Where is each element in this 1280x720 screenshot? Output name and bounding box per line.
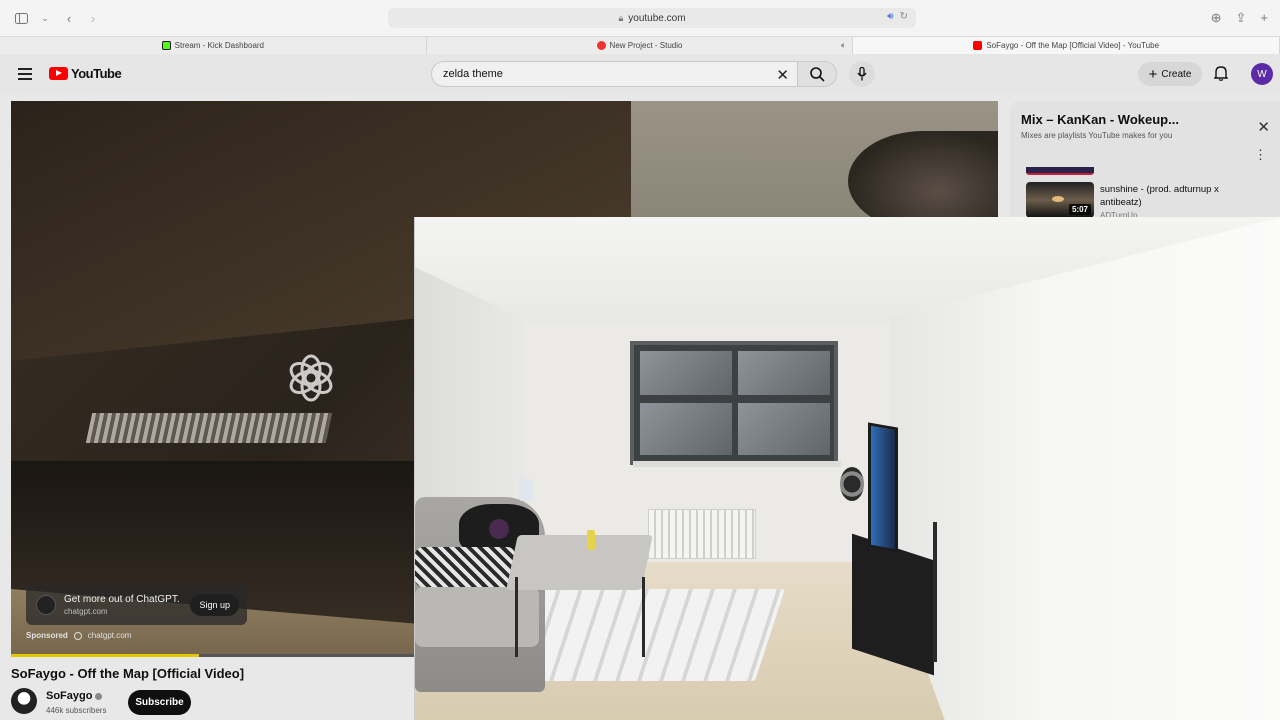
lamp	[519, 479, 533, 501]
standing-fan	[840, 467, 864, 501]
mix-subtitle: Mixes are playlists YouTube makes for yo…	[1021, 131, 1173, 140]
video-frame-person	[848, 131, 998, 231]
channel-name-text: SoFaygo	[46, 690, 93, 702]
close-icon[interactable]: ✕	[776, 66, 789, 84]
verified-badge-icon	[95, 692, 103, 700]
webcam-overlay	[414, 217, 1280, 720]
microphone-icon	[857, 67, 867, 81]
radiator	[648, 509, 756, 559]
create-button[interactable]: + Create	[1138, 62, 1202, 86]
search-icon	[809, 66, 825, 82]
new-tab-icon[interactable]: +	[1260, 10, 1268, 26]
more-options-icon[interactable]: ⋮	[1254, 148, 1267, 161]
room-window	[630, 341, 838, 465]
address-bar[interactable]: 🔒︎ youtube.com 🔊︎ ↻	[388, 8, 916, 28]
duration-badge: 5:07	[1068, 204, 1091, 215]
subscriber-count: 446k subscribers	[46, 706, 107, 715]
sponsor-domain[interactable]: chatgpt.com	[88, 631, 132, 640]
browser-toolbar: ⌄ ‹ › 🔒︎ youtube.com 🔊︎ ↻ ⊕ ⇪ +	[0, 0, 1280, 36]
url-text: youtube.com	[628, 12, 686, 24]
tab-kick-dashboard[interactable]: Stream - Kick Dashboard	[0, 37, 427, 54]
pillow	[415, 547, 515, 587]
notifications-bell-icon[interactable]	[1213, 65, 1229, 86]
video-progress-fill	[11, 654, 199, 657]
search-input[interactable]: zelda theme ✕	[431, 61, 798, 87]
ad-overlay-card[interactable]: Get more out of ChatGPT. chatgpt.com Sig…	[26, 585, 247, 625]
channel-avatar[interactable]	[11, 688, 37, 714]
search-button[interactable]	[797, 61, 837, 87]
share-icon[interactable]: ⇪	[1236, 10, 1247, 26]
mix-playlist-panel: Mix – KanKan - Wokeup... Mixes are playl…	[1010, 101, 1280, 220]
channel-name[interactable]: SoFaygo	[46, 690, 103, 702]
close-icon[interactable]: ✕	[1257, 118, 1270, 136]
bottle	[587, 530, 595, 550]
lock-icon: 🔒︎	[618, 12, 624, 23]
audio-playing-icon[interactable]: 🔊︎	[887, 11, 893, 22]
video-frame-vent	[85, 413, 333, 443]
downloads-icon[interactable]: ⊕	[1211, 10, 1222, 26]
studio-icon	[596, 41, 606, 50]
info-icon[interactable]	[73, 631, 82, 640]
tab-label: Stream - Kick Dashboard	[174, 41, 265, 50]
plus-icon: +	[1148, 65, 1158, 83]
tab-label: SoFaygo - Off the Map [Official Video] -…	[986, 41, 1160, 50]
tab-youtube[interactable]: SoFaygo - Off the Map [Official Video] -…	[853, 37, 1280, 54]
tab-bar: Stream - Kick Dashboard New Project - St…	[0, 36, 1280, 54]
ad-meta: Sponsored chatgpt.com	[26, 631, 131, 640]
tab-label: New Project - Studio	[609, 41, 683, 50]
youtube-icon	[973, 41, 983, 50]
toolbar-left-controls: ⌄ ‹ ›	[0, 11, 100, 26]
youtube-header: YouTube zelda theme ✕ + Create W	[0, 54, 1280, 94]
account-avatar[interactable]: W	[1251, 63, 1273, 85]
hamburger-menu-icon[interactable]	[18, 68, 32, 80]
sidebar-toggle-icon[interactable]	[14, 11, 28, 25]
forward-icon[interactable]: ›	[86, 11, 100, 26]
chevron-down-icon[interactable]: ⌄	[38, 11, 52, 25]
ad-signup-button[interactable]: Sign up	[190, 594, 239, 616]
chatgpt-logo-icon	[36, 595, 56, 615]
create-label: Create	[1161, 68, 1192, 80]
youtube-play-icon	[49, 67, 68, 80]
ad-domain: chatgpt.com	[64, 607, 108, 616]
reload-icon[interactable]: ↻	[900, 11, 908, 22]
tripod	[933, 522, 937, 662]
youtube-logo-text: YouTube	[71, 66, 122, 81]
television	[868, 422, 898, 553]
tab-studio[interactable]: New Project - Studio 🔈︎	[427, 37, 854, 54]
voice-search-button[interactable]	[849, 61, 875, 87]
toolbar-right-controls: ⊕ ⇪ +	[1211, 10, 1268, 26]
speaker-icon[interactable]: 🔈︎	[841, 40, 846, 51]
back-icon[interactable]: ‹	[62, 11, 76, 26]
previous-item-thumbnail[interactable]	[1026, 167, 1094, 175]
mix-title[interactable]: Mix – KanKan - Wokeup...	[1021, 112, 1179, 127]
search-query: zelda theme	[443, 68, 503, 80]
coffee-table-legs	[515, 577, 645, 657]
sponsored-label: Sponsored	[26, 631, 68, 640]
mix-item-title[interactable]: sunshine - (prod. adturnup x antibeatz)	[1100, 183, 1250, 209]
subscribe-button[interactable]: Subscribe	[128, 690, 191, 715]
video-title: SoFaygo - Off the Map [Official Video]	[11, 666, 245, 681]
window-sill	[633, 461, 841, 467]
mix-item-thumbnail[interactable]: 5:07	[1026, 182, 1094, 218]
ad-title: Get more out of ChatGPT.	[64, 594, 180, 605]
youtube-logo[interactable]: YouTube	[49, 66, 122, 81]
openai-logo-icon	[289, 354, 333, 402]
kick-icon	[161, 41, 171, 50]
thumbnail-sunset	[1052, 196, 1064, 202]
